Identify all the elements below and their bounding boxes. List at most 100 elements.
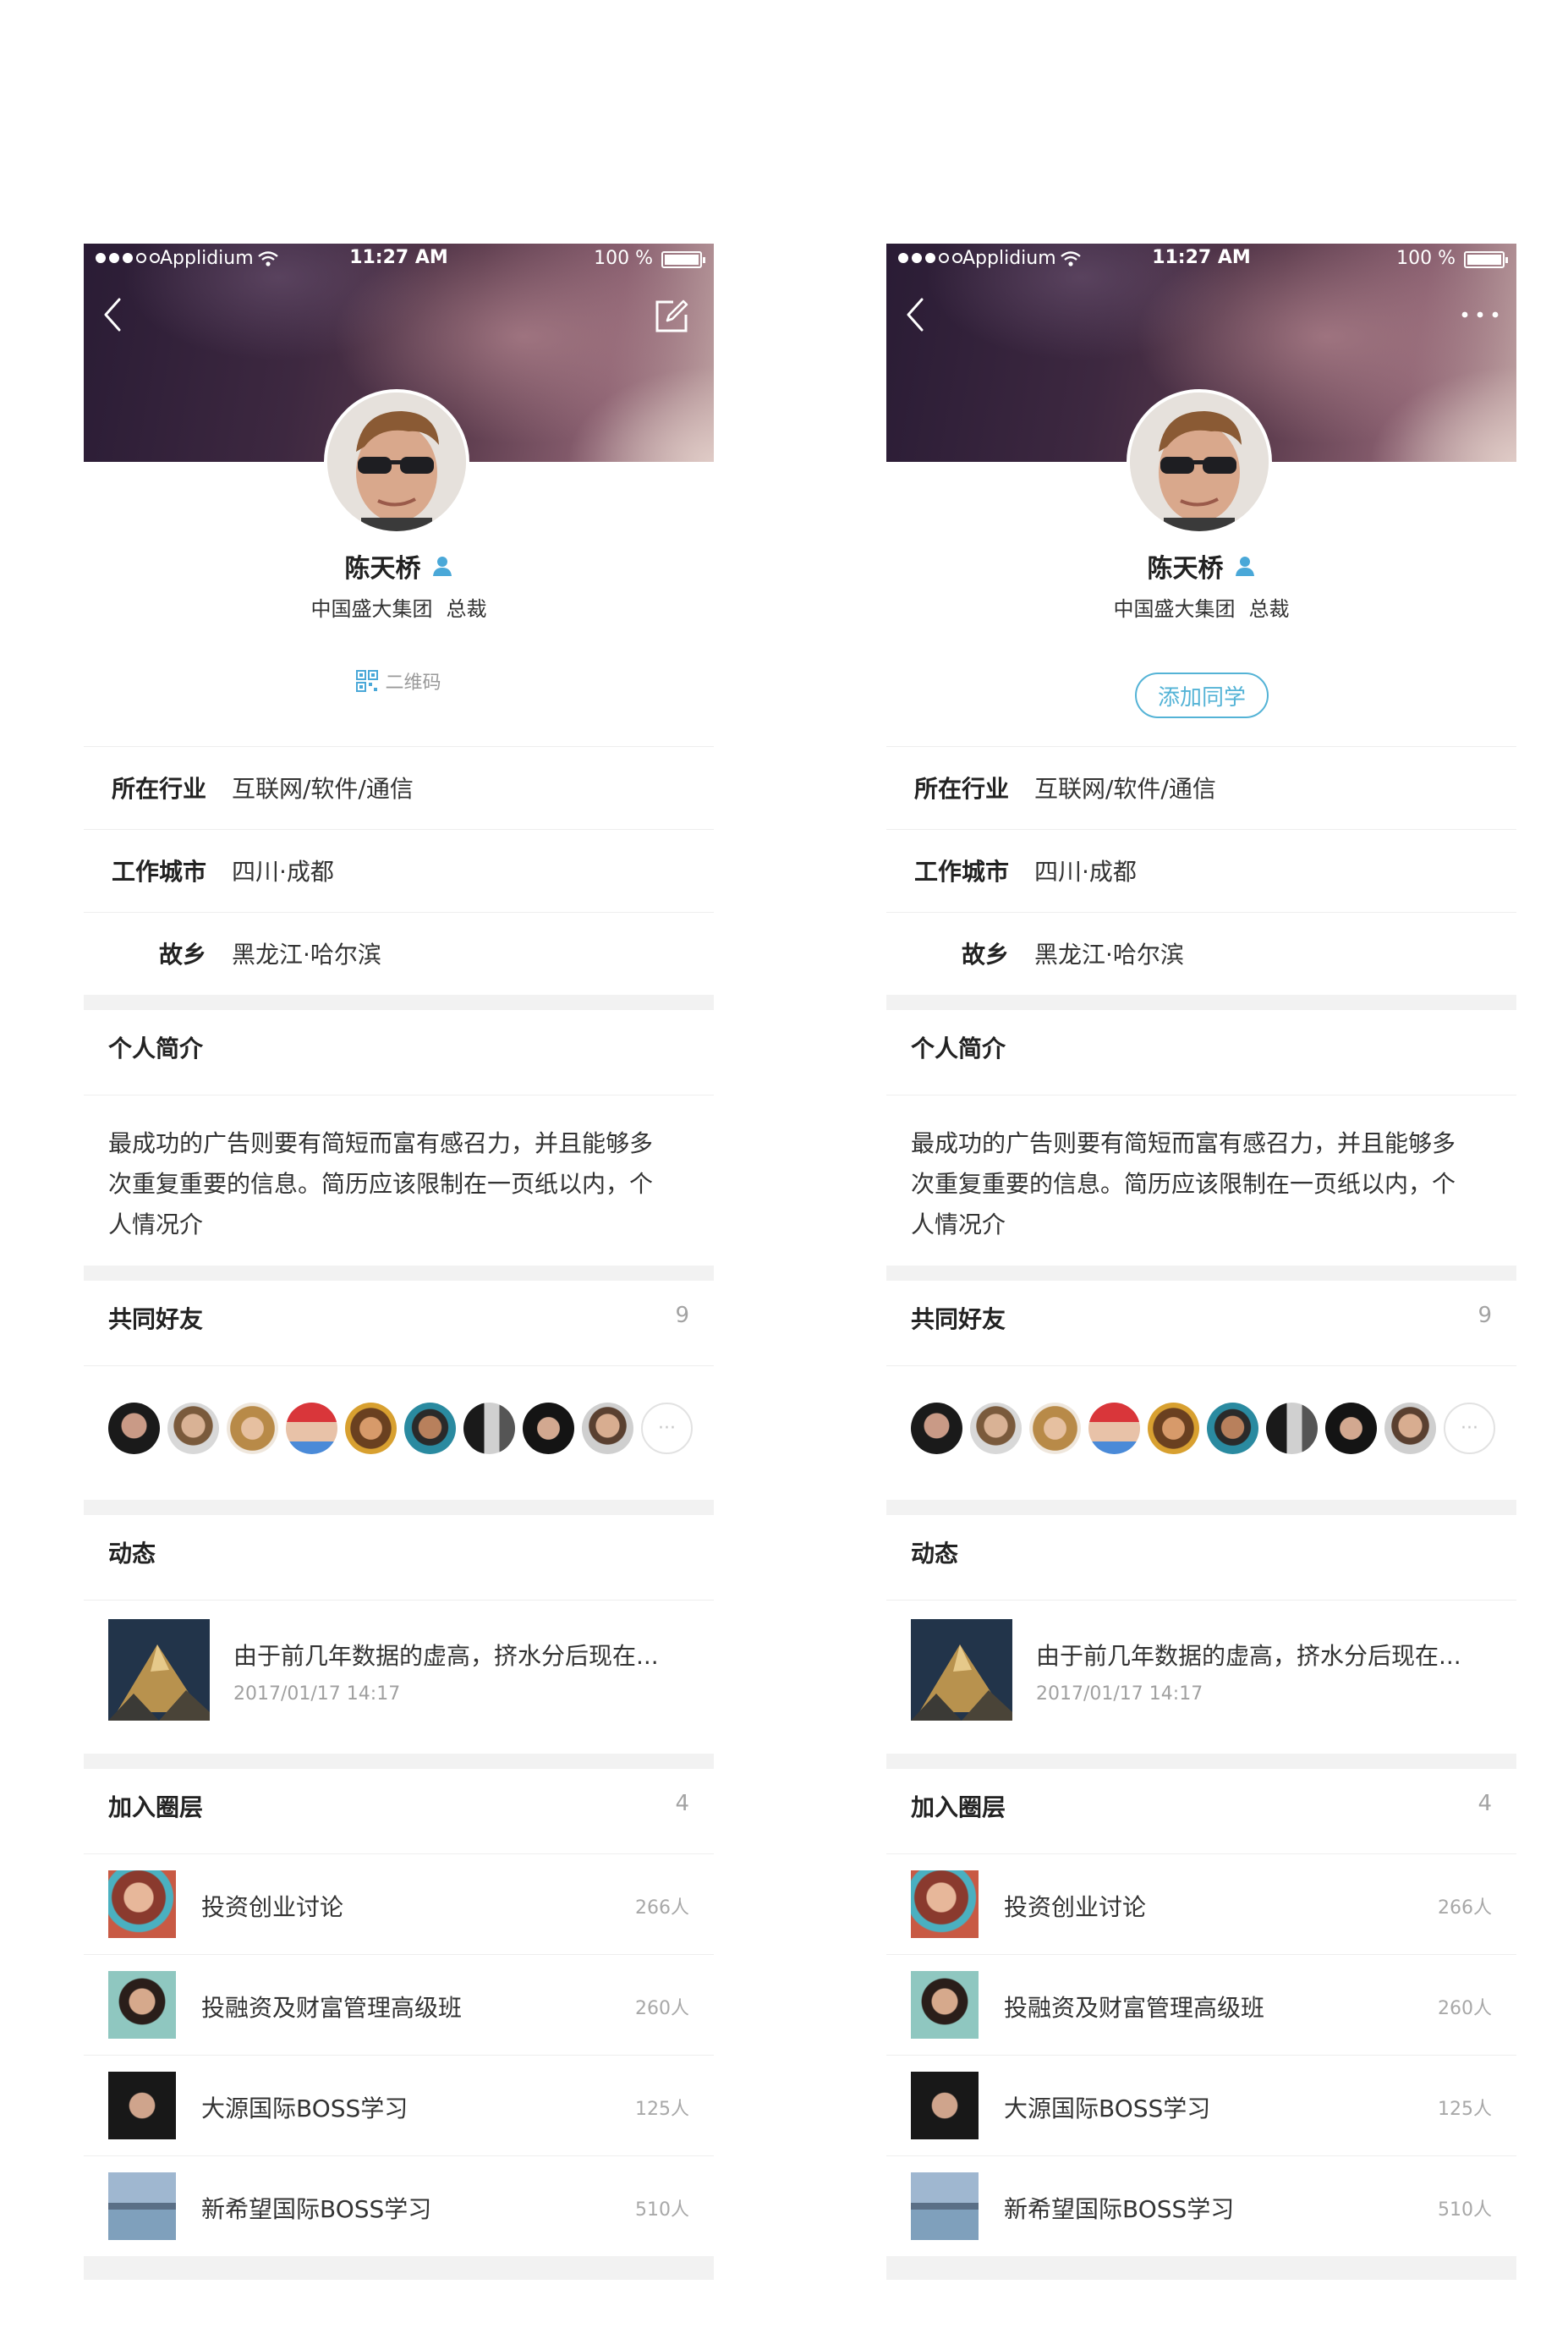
info-label: 故乡 <box>961 941 1009 969</box>
post-thumbnail <box>911 1619 1012 1721</box>
friend-avatar[interactable] <box>404 1403 456 1454</box>
section-gap <box>886 2256 1516 2280</box>
section-gap <box>84 995 714 1010</box>
profile-title: 总裁 <box>1248 597 1290 621</box>
friend-avatar[interactable] <box>1207 1403 1258 1454</box>
battery-percent: 100 % <box>1396 248 1456 269</box>
friend-avatar[interactable] <box>1088 1403 1140 1454</box>
info-row-hometown: 故乡 黑龙江·哈尔滨 <box>84 912 714 995</box>
circle-item[interactable]: 投资创业讨论 266人 <box>886 1853 1516 1954</box>
info-value: 四川·成都 <box>232 858 334 886</box>
qr-code-icon <box>356 670 379 692</box>
circle-name: 大源国际BOSS学习 <box>1004 2095 1211 2122</box>
section-gap <box>886 1500 1516 1515</box>
profile-avatar[interactable] <box>1127 389 1272 535</box>
circle-item[interactable]: 投融资及财富管理高级班 260人 <box>886 1954 1516 2055</box>
circle-name: 新希望国际BOSS学习 <box>201 2195 432 2223</box>
circle-member-count: 266人 <box>635 1897 689 1919</box>
bio-line: 最成功的广告则要有简短而富有感召力，并且能够多 <box>911 1129 1456 1157</box>
circle-name: 新希望国际BOSS学习 <box>1004 2195 1235 2223</box>
profile-company: 中国盛大集团 <box>310 597 433 621</box>
post-title: 由于前几年数据的虚高，挤水分后现在... <box>233 1642 659 1670</box>
friend-avatar[interactable] <box>108 1403 160 1454</box>
circle-thumbnail <box>911 1971 979 2039</box>
circle-item[interactable]: 新希望国际BOSS学习 510人 <box>886 2155 1516 2256</box>
section-gap <box>84 2256 714 2280</box>
back-icon[interactable] <box>903 294 929 335</box>
bio-line: 次重复重要的信息。简历应该限制在一页纸以内，个 <box>108 1170 654 1198</box>
circle-item[interactable]: 投资创业讨论 266人 <box>84 1853 714 1954</box>
circle-thumbnail <box>108 1870 176 1938</box>
mutual-friends-list: ··· <box>108 1403 693 1455</box>
circle-item[interactable]: 新希望国际BOSS学习 510人 <box>84 2155 714 2256</box>
info-row-industry: 所在行业 互联网/软件/通信 <box>84 746 714 829</box>
profile-title: 总裁 <box>446 597 487 621</box>
friend-avatar[interactable] <box>970 1403 1022 1454</box>
circle-thumbnail <box>911 2172 979 2240</box>
mutual-friends-list: ··· <box>911 1403 1495 1455</box>
friend-avatar[interactable] <box>911 1403 962 1454</box>
info-row-city: 工作城市 四川·成都 <box>886 829 1516 912</box>
section-gap <box>84 1754 714 1769</box>
profile-company-title: 中国盛大集团 总裁 <box>84 592 714 622</box>
divider <box>886 1365 1516 1366</box>
section-gap <box>84 1266 714 1281</box>
more-friends-button[interactable]: ··· <box>641 1403 693 1454</box>
section-gap <box>886 995 1516 1010</box>
post-title: 由于前几年数据的虚高，挤水分后现在... <box>1036 1642 1461 1670</box>
add-classmate-button[interactable]: 添加同学 <box>1135 673 1269 718</box>
circles-count: 4 <box>675 1791 689 1816</box>
circle-thumbnail <box>108 2172 176 2240</box>
profile-screen-left: Applidium 11:27 AM 100 % 陈天桥 中国盛大集团 总裁 二… <box>84 244 714 2280</box>
profile-name-row: 陈天桥 <box>84 545 714 587</box>
friend-avatar[interactable] <box>1029 1403 1081 1454</box>
circle-item[interactable]: 投融资及财富管理高级班 260人 <box>84 1954 714 2055</box>
friend-avatar[interactable] <box>582 1403 633 1454</box>
activity-post[interactable]: 由于前几年数据的虚高，挤水分后现在... 2017/01/17 14:17 <box>108 1619 692 1721</box>
friend-avatar[interactable] <box>1384 1403 1436 1454</box>
friend-avatar[interactable] <box>345 1403 397 1454</box>
friend-avatar[interactable] <box>1325 1403 1377 1454</box>
profile-screen-right: Applidium 11:27 AM 100 % 陈天桥 中国盛大集团 总裁 添… <box>886 244 1516 2280</box>
activity-post[interactable]: 由于前几年数据的虚高，挤水分后现在... 2017/01/17 14:17 <box>911 1619 1494 1721</box>
circle-thumbnail <box>108 2072 176 2139</box>
friend-avatar[interactable] <box>167 1403 219 1454</box>
back-icon[interactable] <box>101 294 126 335</box>
friend-avatar[interactable] <box>463 1403 515 1454</box>
friends-section-title: 共同好友 <box>911 1305 1006 1333</box>
info-label: 所在行业 <box>913 775 1009 803</box>
circles-count: 4 <box>1478 1791 1492 1816</box>
edit-icon[interactable] <box>653 298 690 335</box>
circle-item[interactable]: 大源国际BOSS学习 125人 <box>886 2055 1516 2155</box>
circles-section-title: 加入圈层 <box>911 1793 1006 1821</box>
circle-name: 投资创业讨论 <box>201 1893 344 1921</box>
more-icon[interactable] <box>1459 301 1501 328</box>
circle-item[interactable]: 大源国际BOSS学习 125人 <box>84 2055 714 2155</box>
bio-text: 最成功的广告则要有简短而富有感召力，并且能够多 次重复重要的信息。简历应该限制在… <box>911 1123 1494 1245</box>
qr-code-link[interactable]: 二维码 <box>84 667 714 695</box>
friends-section-title: 共同好友 <box>108 1305 204 1333</box>
friend-avatar[interactable] <box>286 1403 337 1454</box>
info-row-hometown: 故乡 黑龙江·哈尔滨 <box>886 912 1516 995</box>
info-value: 黑龙江·哈尔滨 <box>1034 941 1184 969</box>
activity-section-title: 动态 <box>911 1540 959 1568</box>
friend-avatar[interactable] <box>227 1403 278 1454</box>
friend-avatar[interactable] <box>1148 1403 1199 1454</box>
status-bar: Applidium 11:27 AM 100 % <box>886 244 1516 277</box>
bio-section-title: 个人简介 <box>911 1035 1006 1062</box>
section-gap <box>886 1266 1516 1281</box>
circle-name: 投融资及财富管理高级班 <box>201 1994 463 2022</box>
divider <box>84 1600 714 1601</box>
more-friends-button[interactable]: ··· <box>1444 1403 1495 1454</box>
qr-code-label: 二维码 <box>385 673 441 694</box>
divider <box>886 1600 1516 1601</box>
bio-line: 人情况介 <box>108 1211 204 1238</box>
friend-avatar[interactable] <box>523 1403 574 1454</box>
info-label: 故乡 <box>158 941 206 969</box>
friend-avatar[interactable] <box>1266 1403 1318 1454</box>
circle-name: 大源国际BOSS学习 <box>201 2095 408 2122</box>
info-row-city: 工作城市 四川·成都 <box>84 829 714 912</box>
profile-avatar[interactable] <box>324 389 469 535</box>
circle-member-count: 260人 <box>1438 1998 1492 2019</box>
section-gap <box>886 1754 1516 1769</box>
